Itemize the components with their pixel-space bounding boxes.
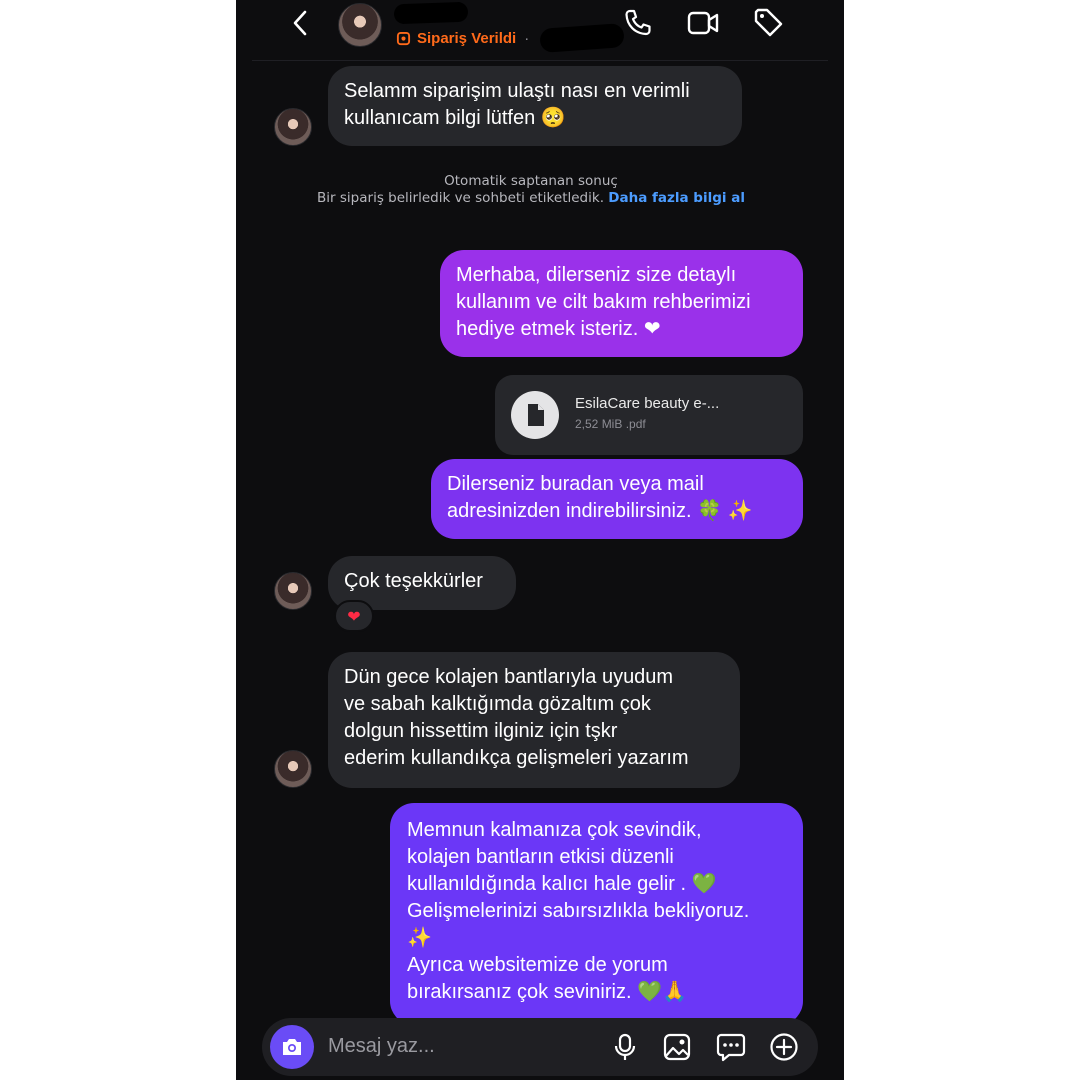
message-input[interactable]: Mesaj yaz... (328, 1035, 435, 1058)
sticker-icon[interactable] (716, 1032, 746, 1062)
back-icon[interactable] (286, 8, 316, 38)
camera-icon (283, 1039, 301, 1055)
message-bubble-incoming[interactable]: Selamm siparişim ulaştı nası en verimli … (328, 66, 742, 146)
video-icon[interactable] (686, 6, 720, 40)
auto-detected-notice: Bir sipariş belirledik ve sohbeti etiket… (296, 190, 766, 207)
heart-reaction[interactable]: ❤ (334, 600, 374, 632)
message-bubble-outgoing[interactable]: Memnun kalmanıza çok sevindik, kolajen b… (390, 803, 803, 1025)
message-bubble-outgoing[interactable]: Dilerseniz buradan veya mail adresinizde… (431, 459, 803, 539)
message-composer: Mesaj yaz... (262, 1018, 818, 1076)
chat-header: Sipariş Verildi · (236, 0, 844, 60)
learn-more-link[interactable]: Daha fazla bilgi al (608, 190, 745, 206)
gallery-icon[interactable] (662, 1032, 692, 1062)
plus-icon[interactable] (769, 1032, 799, 1062)
phone-icon[interactable] (621, 6, 655, 40)
sender-avatar[interactable] (274, 750, 312, 788)
chat-screen: Sipariş Verildi · Selamm siparişim ulaşt… (236, 0, 844, 1080)
message-bubble-outgoing[interactable]: Merhaba, dilerseniz size detaylı kullanı… (440, 250, 803, 357)
contact-avatar[interactable] (338, 3, 382, 47)
auto-detected-title: Otomatik saptanan sonuç (444, 173, 618, 189)
sender-avatar[interactable] (274, 572, 312, 610)
message-bubble-incoming[interactable]: Dün gece kolajen bantlarıyla uyudum ve s… (328, 652, 740, 788)
mic-icon[interactable] (610, 1032, 640, 1062)
redacted-name (393, 1, 469, 25)
redacted-username (539, 23, 625, 53)
order-icon (396, 31, 411, 45)
sender-avatar[interactable] (274, 108, 312, 146)
order-status-text: Sipariş Verildi (417, 29, 517, 47)
document-icon (511, 391, 559, 439)
header-separator: · (524, 29, 530, 47)
order-status-label[interactable]: Sipariş Verildi · (396, 26, 529, 50)
tag-icon[interactable] (752, 6, 786, 40)
auto-detected-text: Bir sipariş belirledik ve sohbeti etiket… (317, 190, 604, 206)
file-meta: 2,52 MiB .pdf (575, 417, 646, 431)
pdf-attachment[interactable]: EsilaCare beauty e-... 2,52 MiB .pdf (495, 375, 803, 455)
camera-button[interactable] (270, 1025, 314, 1069)
file-name: EsilaCare beauty e-... (575, 395, 720, 412)
header-divider (252, 60, 828, 61)
